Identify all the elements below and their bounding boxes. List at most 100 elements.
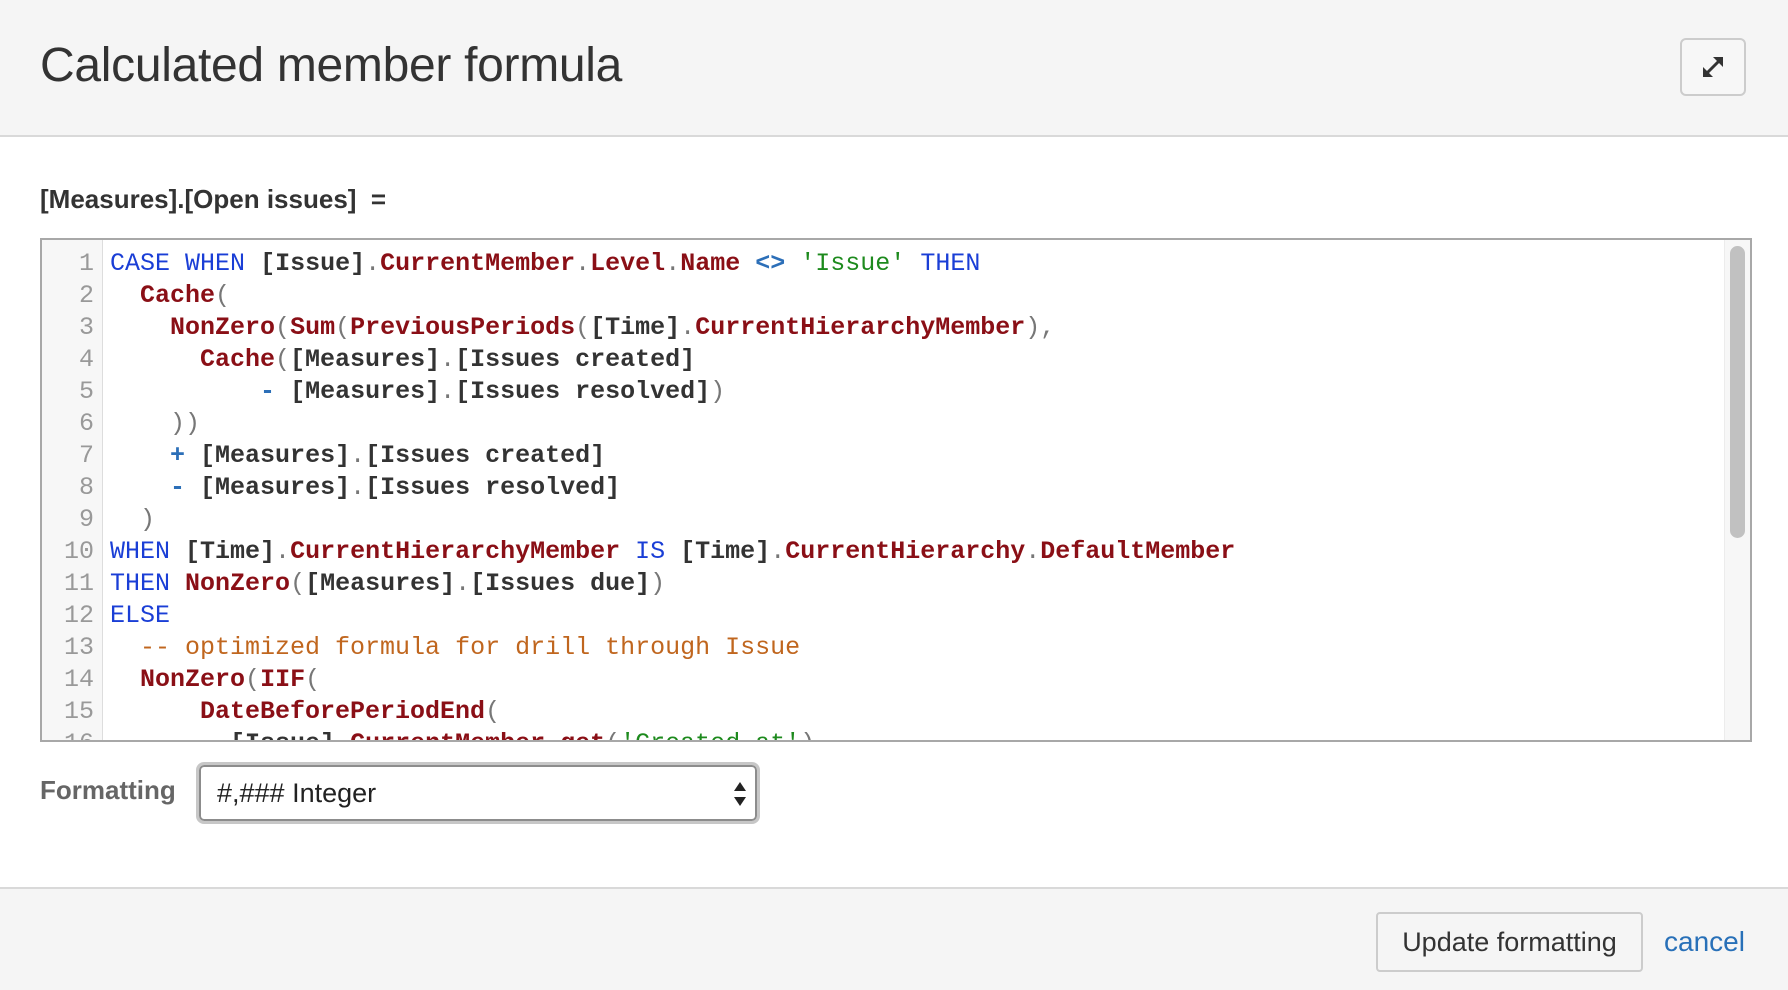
code-token-punc: ( (275, 313, 291, 342)
code-token-str: 'Created at' (620, 729, 800, 740)
line-code: NonZero(Sum(PreviousPeriods([Time].Curre… (110, 312, 1055, 344)
code-line[interactable]: 5 - [Measures].[Issues resolved]) (42, 376, 1720, 408)
code-line[interactable]: 8 - [Measures].[Issues resolved] (42, 472, 1720, 504)
code-token-ws (110, 697, 200, 726)
code-token-id: [Measures] (290, 377, 441, 406)
code-token-punc: . (440, 345, 456, 374)
code-token-id: [Issues resolved] (455, 377, 711, 406)
line-number: 14 (63, 665, 94, 694)
line-code: )) (110, 408, 200, 440)
code-line[interactable]: 7 + [Measures].[Issues created] (42, 440, 1720, 472)
code-token-op: <> (755, 249, 786, 278)
code-token-punc: . (575, 249, 591, 278)
code-line[interactable]: 12 ELSE (42, 600, 1720, 632)
line-number: 12 (63, 601, 94, 630)
code-token-fn: DefaultMember (1040, 537, 1236, 566)
code-token-punc: . (770, 537, 786, 566)
line-code: + [Measures].[Issues created] (110, 440, 605, 472)
code-token-ws (110, 505, 140, 534)
line-code: [Issue].CurrentMember.get('Created at'), (110, 728, 830, 740)
code-line[interactable]: 1 CASE WHEN [Issue].CurrentMember.Level.N… (42, 248, 1720, 280)
code-token-ws (110, 281, 140, 310)
code-token-kw: WHEN (185, 249, 246, 278)
cancel-link[interactable]: cancel (1664, 926, 1745, 958)
code-token-id: [Issues created] (365, 441, 606, 470)
code-token-fn: CurrentHierarchyMember (695, 313, 1026, 342)
code-token-punc: . (275, 537, 291, 566)
code-line[interactable]: 9 ) (42, 504, 1720, 536)
code-token-punc: . (455, 569, 471, 598)
editor-scrollbar[interactable] (1724, 240, 1750, 740)
code-line[interactable]: 11 THEN NonZero([Measures].[Issues due]) (42, 568, 1720, 600)
code-token-punc: ), (1025, 313, 1056, 342)
code-token-kw: THEN (920, 249, 981, 278)
code-token-id: [Measures] (200, 441, 351, 470)
line-number: 15 (63, 697, 94, 726)
code-token-id: [Time] (680, 537, 771, 566)
code-token-id: [Measures] (200, 473, 351, 502)
line-code: DateBeforePeriodEnd( (110, 696, 500, 728)
code-token-ws (185, 473, 200, 502)
code-line[interactable]: 3 NonZero(Sum(PreviousPeriods([Time].Cur… (42, 312, 1720, 344)
line-code: - [Measures].[Issues resolved] (110, 472, 620, 504)
editor-scrollbar-thumb[interactable] (1730, 246, 1745, 538)
line-number: 10 (63, 537, 94, 566)
code-lines[interactable]: 1 CASE WHEN [Issue].CurrentMember.Level.N… (42, 248, 1720, 740)
code-token-fn: NonZero (170, 313, 276, 342)
code-token-id: [Issues resolved] (365, 473, 621, 502)
code-token-id: [Issue] (230, 729, 335, 740)
code-line[interactable]: 4 Cache([Measures].[Issues created] (42, 344, 1720, 376)
code-line[interactable]: 6 )) (42, 408, 1720, 440)
code-token-id: [Time] (590, 313, 681, 342)
code-token-punc: ( (305, 665, 321, 694)
code-line[interactable]: 10 WHEN [Time].CurrentHierarchyMember IS … (42, 536, 1720, 568)
update-formatting-button[interactable]: Update formatting (1376, 912, 1643, 972)
formula-measure-label: [Measures].[Open issues] = (40, 184, 387, 214)
code-token-kw: IS (635, 537, 666, 566)
expand-button[interactable] (1680, 38, 1746, 96)
line-number: 11 (63, 569, 94, 598)
code-token-punc: . (365, 249, 381, 278)
code-token-punc: . (350, 441, 366, 470)
code-line[interactable]: 16 [Issue].CurrentMember.get('Created at… (42, 728, 1720, 740)
code-token-ws (785, 249, 800, 278)
code-line[interactable]: 2 Cache( (42, 280, 1720, 312)
code-token-ws (275, 377, 290, 406)
code-token-punc: ), (800, 729, 830, 740)
code-token-punc: . (440, 377, 456, 406)
code-token-ws (110, 633, 140, 662)
code-token-ws (170, 249, 185, 278)
line-number: 16 (42, 728, 94, 740)
code-token-punc: . (1025, 537, 1041, 566)
code-token-ws (110, 665, 140, 694)
line-code: ) (110, 504, 155, 536)
code-token-kw: THEN (110, 569, 171, 598)
line-number: 7 (78, 441, 94, 470)
code-token-fn: IIF (260, 665, 306, 694)
code-line[interactable]: 13 -- optimized formula for drill throug… (42, 632, 1720, 664)
code-token-fn: DateBeforePeriodEnd (200, 697, 486, 726)
code-token-fn: get (560, 729, 605, 740)
code-token-punc: . (350, 473, 366, 502)
line-number: 9 (78, 505, 94, 534)
code-token-ws (740, 249, 755, 278)
code-token-ws (110, 409, 170, 438)
formatting-select[interactable]: #,### Integer (196, 762, 760, 824)
formula-code-editor[interactable]: 1 CASE WHEN [Issue].CurrentMember.Level.N… (40, 238, 1752, 742)
dialog-title: Calculated member formula (40, 39, 623, 92)
dialog-header: Calculated member formula (0, 0, 1788, 137)
code-token-ws (110, 313, 170, 342)
code-token-str: 'Issue' (800, 249, 906, 278)
code-token-punc: ( (215, 281, 231, 310)
line-code: ELSE (110, 600, 170, 632)
formatting-label: Formatting (40, 775, 176, 805)
code-token-fn: CurrentHierarchyMember (290, 537, 621, 566)
code-line[interactable]: 14 NonZero(IIF( (42, 664, 1720, 696)
code-token-punc: ) (710, 377, 726, 406)
code-token-id: [Measures] (305, 569, 456, 598)
code-token-ws (110, 729, 230, 740)
line-code: THEN NonZero([Measures].[Issues due]) (110, 568, 665, 600)
code-token-punc: ( (605, 729, 620, 740)
code-token-punc: ( (575, 313, 591, 342)
code-line[interactable]: 15 DateBeforePeriodEnd( (42, 696, 1720, 728)
